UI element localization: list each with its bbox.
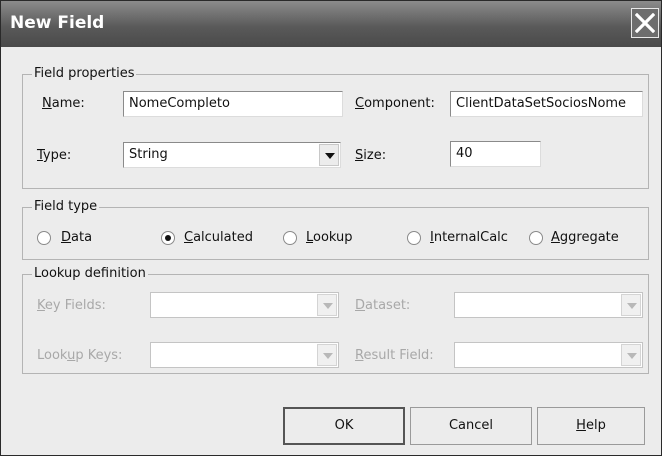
chevron-down-icon	[325, 153, 335, 159]
type-select-value: String	[129, 147, 168, 162]
chevron-down-icon	[323, 303, 333, 309]
name-label: Name:	[42, 96, 85, 112]
key-fields-accel: K	[37, 298, 45, 313]
radio-aggregate[interactable]	[529, 231, 543, 245]
close-icon	[635, 13, 655, 33]
size-input[interactable]: 40	[450, 141, 541, 167]
radio-aggregate-accel: A	[551, 230, 560, 245]
dataset-dropdown-button[interactable]	[621, 294, 641, 316]
help-accel: H	[576, 418, 586, 433]
dataset-select[interactable]	[454, 292, 643, 318]
radio-internalcalc[interactable]	[407, 231, 421, 245]
size-label-rest: ize:	[363, 148, 387, 163]
title-bar[interactable]: New Field	[1, 1, 661, 47]
name-label-accel: N	[42, 96, 52, 111]
result-field-label: Result Field:	[355, 348, 434, 364]
dataset-label: Dataset:	[355, 298, 410, 314]
radio-calculated-label[interactable]: Calculated	[184, 230, 253, 246]
radio-calculated[interactable]	[161, 231, 175, 245]
radio-aggregate-rest: ggregate	[559, 230, 619, 245]
radio-data-accel: D	[61, 230, 72, 245]
chevron-down-icon	[323, 353, 333, 359]
key-fields-select[interactable]	[150, 292, 339, 318]
radio-selected-dot	[165, 235, 171, 241]
type-label-rest: ype:	[42, 148, 72, 163]
cancel-button[interactable]: Cancel	[410, 407, 532, 445]
field-type-title: Field type	[32, 199, 100, 214]
result-field-select[interactable]	[454, 342, 643, 368]
field-properties-title: Field properties	[32, 66, 137, 81]
radio-aggregate-label[interactable]: Aggregate	[551, 230, 619, 246]
radio-lookup-accel: L	[306, 230, 314, 245]
result-field-dropdown-button[interactable]	[621, 344, 641, 366]
radio-data[interactable]	[37, 231, 51, 245]
help-rest: elp	[585, 418, 606, 433]
name-label-rest: ame:	[51, 96, 85, 111]
size-label: Size:	[355, 148, 386, 164]
component-label-rest: omponent:	[364, 96, 435, 111]
help-button[interactable]: Help	[537, 407, 645, 445]
radio-calculated-accel: C	[184, 230, 194, 245]
radio-data-label[interactable]: Data	[61, 230, 92, 246]
ok-button[interactable]: OK	[283, 407, 405, 445]
dataset-rest: ataset:	[365, 298, 411, 313]
component-label-accel: C	[355, 96, 365, 111]
radio-calculated-rest: alculated	[193, 230, 253, 245]
result-field-rest: esult Field:	[363, 348, 434, 363]
type-label: Type:	[37, 148, 71, 164]
chevron-down-icon	[627, 353, 637, 359]
close-button[interactable]	[631, 8, 659, 38]
key-fields-dropdown-button[interactable]	[317, 294, 337, 316]
radio-lookup-label[interactable]: Lookup	[306, 230, 353, 246]
type-select[interactable]: String	[123, 142, 341, 168]
lookup-keys-select[interactable]	[150, 342, 339, 368]
key-fields-rest: ey Fields:	[44, 298, 106, 313]
radio-internalcalc-label[interactable]: InternalCalc	[430, 230, 508, 246]
lookup-definition-title: Lookup definition	[32, 266, 148, 281]
radio-lookup[interactable]	[283, 231, 297, 245]
component-input[interactable]: ClientDataSetSociosNome	[450, 91, 643, 117]
key-fields-label: Key Fields:	[37, 298, 106, 314]
radio-internalcalc-rest: nternalCalc	[433, 230, 508, 245]
new-field-dialog: New Field Field properties Name: NomeCom…	[0, 0, 662, 456]
lookup-keys-label: Lookup Keys:	[37, 348, 122, 364]
lookup-keys-pre: Look	[37, 348, 68, 363]
dataset-accel: D	[355, 298, 366, 313]
chevron-down-icon	[627, 303, 637, 309]
component-label: Component:	[355, 96, 435, 112]
window-title: New Field	[10, 13, 105, 33]
name-input[interactable]: NomeCompleto	[123, 91, 343, 117]
radio-data-rest: ata	[71, 230, 93, 245]
lookup-keys-dropdown-button[interactable]	[317, 344, 337, 366]
lookup-keys-rest: p Keys:	[75, 348, 123, 363]
radio-lookup-rest: ookup	[313, 230, 353, 245]
type-dropdown-button[interactable]	[319, 144, 339, 166]
